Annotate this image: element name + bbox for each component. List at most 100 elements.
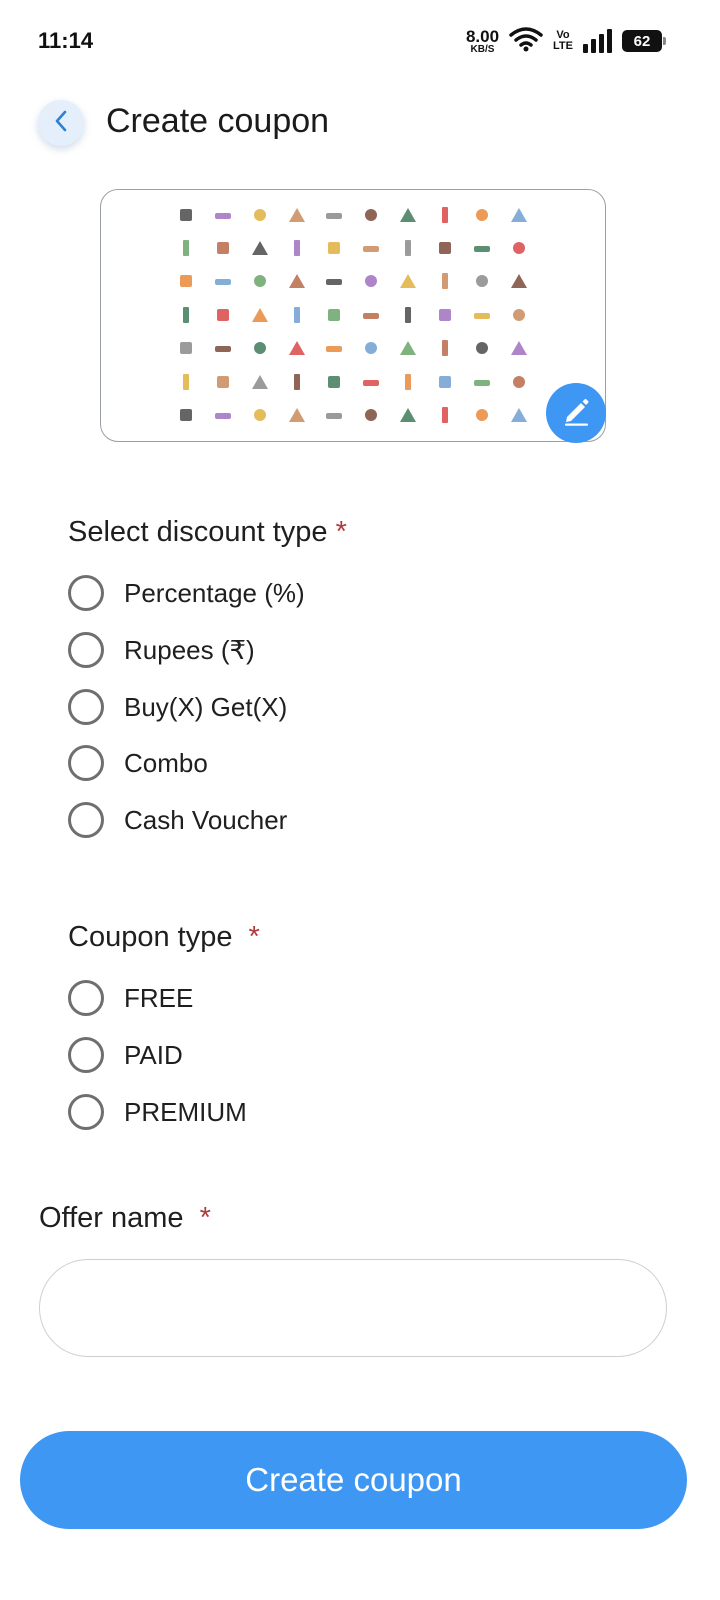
pattern-icon — [241, 365, 278, 398]
pattern-icon — [204, 231, 241, 264]
volte-indicator: Vo LTE — [553, 30, 573, 52]
pattern-icon — [500, 198, 537, 231]
pattern-icon — [204, 298, 241, 331]
pattern-icon — [241, 265, 278, 298]
pattern-icon — [463, 398, 500, 431]
pattern-icon — [315, 231, 352, 264]
pattern-icon — [352, 231, 389, 264]
pattern-icon — [204, 365, 241, 398]
pattern-icon — [352, 332, 389, 365]
pattern-icon — [241, 231, 278, 264]
radio-cash-voucher[interactable]: Cash Voucher — [68, 800, 287, 840]
coupon-type-label: Coupon type * — [68, 921, 260, 954]
radio-rupees[interactable]: Rupees (₹) — [68, 630, 255, 670]
pattern-icon — [278, 298, 315, 331]
discount-type-label: Select discount type * — [68, 516, 347, 549]
signal-icon — [583, 29, 612, 53]
pattern-icon — [278, 398, 315, 431]
pattern-icon — [204, 265, 241, 298]
pattern-icon — [389, 198, 426, 231]
page-title: Create coupon — [106, 102, 330, 140]
radio-circle[interactable] — [68, 1037, 104, 1073]
radio-circle[interactable] — [68, 689, 104, 725]
radio-circle[interactable] — [68, 632, 104, 668]
required-mark: * — [248, 921, 260, 953]
status-icons: 8.00 KB/S Vo LTE 62 — [466, 26, 666, 57]
pencil-icon — [560, 395, 592, 432]
pattern-icon — [315, 298, 352, 331]
coupon-image-icon-grid — [167, 198, 537, 432]
radio-circle[interactable] — [68, 802, 104, 838]
pattern-icon — [241, 332, 278, 365]
status-bar: 11:14 8.00 KB/S Vo LTE 62 — [0, 0, 720, 84]
pattern-icon — [278, 231, 315, 264]
pattern-icon — [500, 298, 537, 331]
chevron-left-icon — [53, 109, 69, 138]
offer-name-label-text: Offer name — [39, 1202, 184, 1234]
pattern-icon — [352, 398, 389, 431]
pattern-icon — [204, 198, 241, 231]
radio-premium[interactable]: PREMIUM — [68, 1092, 247, 1132]
pattern-icon — [463, 265, 500, 298]
radio-circle[interactable] — [68, 745, 104, 781]
pattern-icon — [167, 298, 204, 331]
radio-circle[interactable] — [68, 1094, 104, 1130]
battery-level: 62 — [633, 32, 651, 50]
create-coupon-button[interactable]: Create coupon — [20, 1431, 687, 1529]
status-time: 11:14 — [38, 28, 94, 53]
pattern-icon — [463, 365, 500, 398]
coupon-image[interactable] — [100, 189, 606, 442]
radio-label: FREE — [124, 982, 194, 1013]
radio-label: Percentage (%) — [124, 577, 305, 608]
discount-type-label-text: Select discount type — [68, 516, 328, 548]
pattern-icon — [426, 265, 463, 298]
pattern-icon — [463, 198, 500, 231]
radio-circle[interactable] — [68, 980, 104, 1016]
radio-label: Combo — [124, 747, 208, 778]
pattern-icon — [167, 265, 204, 298]
wifi-icon — [509, 26, 543, 57]
volte-bottom: LTE — [553, 40, 573, 52]
network-speed-value: 8.00 — [465, 26, 500, 46]
pattern-icon — [315, 365, 352, 398]
pattern-icon — [426, 332, 463, 365]
radio-label: Rupees (₹) — [124, 634, 255, 665]
radio-buy-get[interactable]: Buy(X) Get(X) — [68, 687, 287, 727]
radio-label: Buy(X) Get(X) — [124, 691, 288, 722]
pattern-icon — [241, 398, 278, 431]
radio-circle[interactable] — [68, 575, 104, 611]
back-button[interactable] — [38, 100, 84, 146]
pattern-icon — [500, 332, 537, 365]
edit-image-button[interactable] — [546, 383, 606, 443]
pattern-icon — [241, 198, 278, 231]
header: Create coupon — [0, 96, 720, 156]
pattern-icon — [315, 198, 352, 231]
radio-combo[interactable]: Combo — [68, 743, 208, 783]
pattern-icon — [389, 265, 426, 298]
pattern-icon — [167, 332, 204, 365]
radio-percentage[interactable]: Percentage (%) — [68, 573, 305, 613]
pattern-icon — [389, 332, 426, 365]
offer-name-label: Offer name * — [39, 1202, 211, 1235]
radio-label: PAID — [124, 1039, 183, 1070]
pattern-icon — [352, 298, 389, 331]
radio-paid[interactable]: PAID — [68, 1035, 183, 1075]
radio-label: PREMIUM — [124, 1096, 247, 1127]
pattern-icon — [426, 231, 463, 264]
network-speed-unit: KB/S — [470, 43, 495, 55]
pattern-icon — [352, 265, 389, 298]
radio-label: Cash Voucher — [124, 804, 288, 835]
pattern-icon — [426, 198, 463, 231]
pattern-icon — [352, 365, 389, 398]
pattern-icon — [204, 398, 241, 431]
pattern-icon — [278, 332, 315, 365]
radio-free[interactable]: FREE — [68, 978, 193, 1018]
offer-name-input[interactable] — [39, 1259, 667, 1357]
pattern-icon — [167, 198, 204, 231]
pattern-icon — [463, 231, 500, 264]
coupon-type-label-text: Coupon type — [68, 921, 233, 953]
pattern-icon — [500, 265, 537, 298]
pattern-icon — [389, 231, 426, 264]
pattern-icon — [167, 398, 204, 431]
network-speed: 8.00 KB/S — [466, 28, 499, 55]
